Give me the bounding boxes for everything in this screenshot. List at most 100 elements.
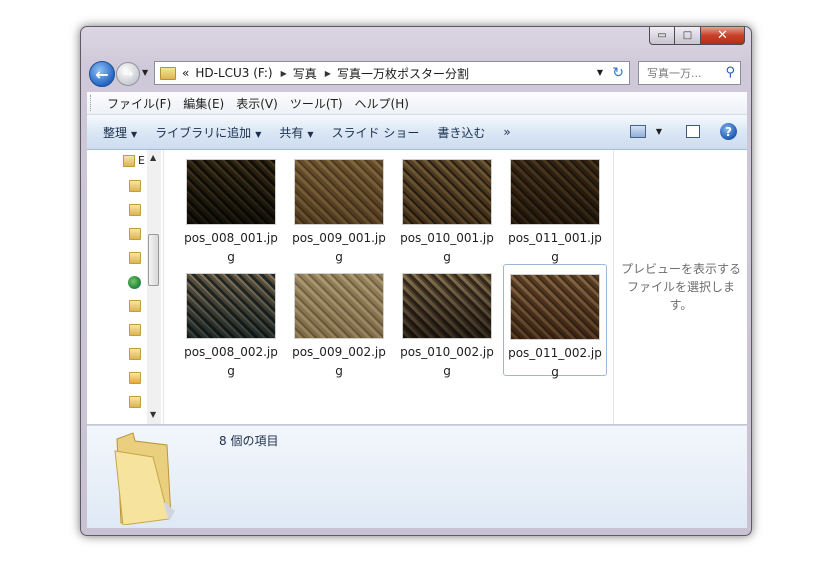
folder-icon[interactable] — [129, 204, 141, 216]
folder-icon[interactable] — [129, 252, 141, 264]
minimize-button[interactable]: ▭ — [649, 27, 675, 45]
file-thumbnail — [186, 159, 276, 225]
details-pane: 8 個の項目 — [87, 425, 747, 528]
menu-tools[interactable]: ツール(T) — [290, 95, 343, 112]
nav-item-first-label: E — [138, 154, 145, 167]
close-icon: ✕ — [717, 28, 728, 43]
breadcrumb-arrow-icon[interactable]: ▶ — [325, 69, 331, 78]
file-item[interactable]: pos_008_001.jpg — [179, 150, 283, 264]
address-bar[interactable]: « HD-LCU3 (F:) ▶ 写真 ▶ 写真一万枚ポスター分割 ▼ ↻ — [154, 61, 630, 85]
burn-button[interactable]: 書き込む — [437, 124, 485, 141]
share-label: 共有 — [279, 125, 304, 140]
recent-pages-dropdown-icon[interactable]: ▼ — [142, 68, 148, 77]
forward-button[interactable]: → — [116, 62, 140, 86]
folder-icon[interactable] — [129, 324, 141, 336]
file-name: pos_011_002.jpg — [508, 346, 602, 379]
refresh-icon[interactable]: ↻ — [612, 65, 624, 81]
slideshow-button[interactable]: スライド ショー — [332, 124, 420, 141]
back-button[interactable]: ← — [89, 61, 115, 87]
menu-file[interactable]: ファイル(F) — [107, 95, 171, 112]
nav-item-first[interactable]: E — [123, 154, 147, 170]
maximize-button[interactable]: □ — [675, 27, 701, 45]
folder-icon — [160, 66, 176, 80]
scroll-up-icon[interactable]: ▲ — [150, 153, 156, 162]
item-count: 8 個の項目 — [219, 434, 279, 448]
file-name: pos_011_001.jpg — [508, 231, 602, 264]
folder-icon[interactable] — [129, 228, 141, 240]
file-thumbnail — [186, 273, 276, 339]
command-bar: 整理 ▼ ライブラリに追加 ▼ 共有 ▼ スライド ショー 書き込む » ▼ ? — [87, 115, 747, 150]
breadcrumb-drive[interactable]: HD-LCU3 (F:) — [195, 66, 272, 80]
address-dropdown-icon[interactable]: ▼ — [597, 68, 603, 77]
file-item[interactable]: pos_008_002.jpg — [179, 264, 283, 378]
maximize-icon: □ — [682, 30, 693, 41]
close-button[interactable]: ✕ — [701, 27, 745, 45]
menu-help[interactable]: ヘルプ(H) — [355, 95, 409, 112]
view-dropdown-icon[interactable]: ▼ — [656, 127, 662, 136]
breadcrumb-arrow-icon[interactable]: ▶ — [281, 69, 287, 78]
file-thumbnail — [294, 159, 384, 225]
folder-icon[interactable] — [129, 180, 141, 192]
file-thumbnail — [402, 159, 492, 225]
share-button[interactable]: 共有 ▼ — [279, 124, 313, 141]
search-box[interactable]: 写真一万... ⚲ — [638, 61, 741, 85]
preview-pane: プレビューを表示するファイルを選択します。 — [613, 150, 748, 424]
network-icon[interactable] — [128, 276, 141, 289]
file-item[interactable]: pos_009_001.jpg — [287, 150, 391, 264]
menu-bar: ファイル(F) 編集(E) 表示(V) ツール(T) ヘルプ(H) — [87, 92, 747, 115]
breadcrumb-photos[interactable]: 写真 — [293, 65, 317, 82]
preview-pane-icon[interactable] — [686, 125, 700, 138]
organize-button[interactable]: 整理 ▼ — [103, 124, 137, 141]
file-item[interactable]: pos_009_002.jpg — [287, 264, 391, 378]
scroll-down-icon[interactable]: ▼ — [150, 410, 156, 419]
add-to-library-label: ライブラリに追加 — [155, 125, 252, 140]
file-name: pos_009_002.jpg — [292, 345, 386, 378]
file-name: pos_010_001.jpg — [400, 231, 494, 264]
help-icon[interactable]: ? — [720, 123, 737, 140]
favorites-folder-icon[interactable] — [129, 372, 141, 384]
file-name: pos_009_001.jpg — [292, 231, 386, 264]
breadcrumb-current[interactable]: 写真一万枚ポスター分割 — [337, 65, 469, 82]
forward-arrow-icon: → — [122, 66, 134, 82]
preview-message: プレビューを表示するファイルを選択します。 — [621, 262, 742, 312]
minimize-icon: ▭ — [657, 30, 667, 41]
menu-grip — [90, 95, 95, 111]
file-list: pos_008_001.jpg pos_009_001.jpg pos_010_… — [171, 150, 611, 424]
desktop-folder-icon[interactable] — [129, 396, 141, 408]
content-area: E ▲ ▼ pos_008_001.jpg pos_009_001.jpg po… — [87, 150, 747, 424]
file-thumbnail — [510, 159, 600, 225]
library-folder-icon — [123, 155, 135, 167]
explorer-window: ▭ □ ✕ ← → ▼ « HD-LCU3 (F:) ▶ 写真 ▶ 写真一万枚ポ… — [80, 26, 752, 536]
scroll-thumb[interactable] — [148, 234, 159, 286]
folder-icon[interactable] — [129, 300, 141, 312]
file-name: pos_008_001.jpg — [184, 231, 278, 264]
file-item[interactable]: pos_010_001.jpg — [395, 150, 499, 264]
file-name: pos_008_002.jpg — [184, 345, 278, 378]
file-name: pos_010_002.jpg — [400, 345, 494, 378]
back-arrow-icon: ← — [95, 64, 109, 84]
contacts-folder-icon[interactable] — [129, 348, 141, 360]
file-thumbnail — [294, 273, 384, 339]
file-thumbnail — [510, 274, 600, 340]
file-item[interactable]: pos_011_001.jpg — [503, 150, 607, 264]
search-placeholder: 写真一万... — [647, 67, 702, 80]
navigation-bar: ← → ▼ « HD-LCU3 (F:) ▶ 写真 ▶ 写真一万枚ポスター分割 … — [87, 59, 747, 89]
navigation-pane: E ▲ ▼ — [87, 150, 164, 424]
menu-edit[interactable]: 編集(E) — [183, 95, 224, 112]
search-icon[interactable]: ⚲ — [725, 65, 735, 80]
file-thumbnail — [402, 273, 492, 339]
view-controls: ▼ ? — [629, 123, 737, 140]
change-view-icon[interactable] — [629, 125, 646, 138]
more-commands-button[interactable]: » — [503, 125, 510, 139]
chevron-down-icon: ▼ — [307, 129, 314, 139]
menu-view[interactable]: 表示(V) — [236, 95, 278, 112]
file-item-selected[interactable]: pos_011_002.jpg — [503, 264, 607, 379]
chevron-down-icon: ▼ — [131, 129, 138, 139]
breadcrumb-overflow[interactable]: « — [182, 66, 189, 80]
chevron-down-icon: ▼ — [255, 129, 262, 139]
large-folder-icon — [114, 432, 175, 525]
caption-buttons: ▭ □ ✕ — [649, 27, 745, 45]
nav-scrollbar[interactable]: ▲ ▼ — [147, 150, 161, 424]
add-to-library-button[interactable]: ライブラリに追加 ▼ — [155, 124, 261, 141]
file-item[interactable]: pos_010_002.jpg — [395, 264, 499, 378]
